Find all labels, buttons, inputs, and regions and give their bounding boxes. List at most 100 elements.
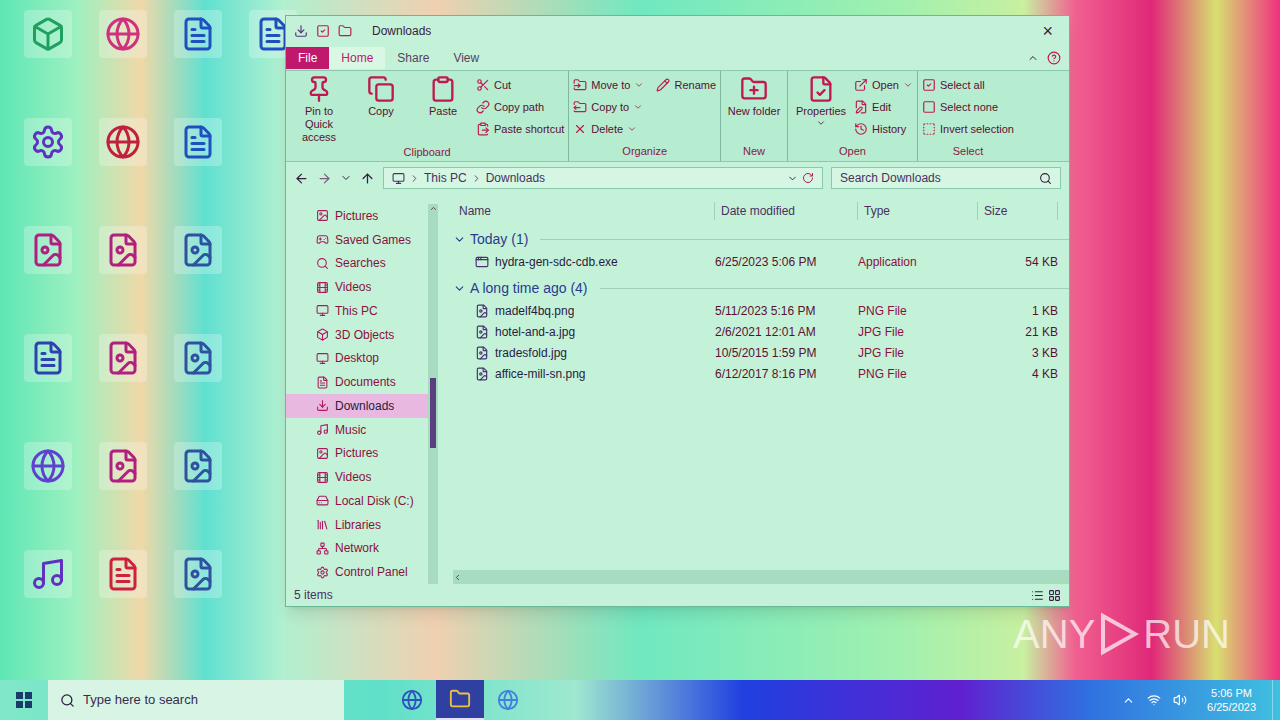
ribbon-large-button[interactable]: Pin to Quick access xyxy=(290,75,348,144)
desktop-shortcut[interactable] xyxy=(99,550,147,598)
back-icon[interactable] xyxy=(294,171,309,186)
nav-item[interactable]: Saved Games xyxy=(286,228,428,252)
ribbon-small-button[interactable]: Rename xyxy=(656,75,716,95)
ribbon-small-button[interactable]: Cut xyxy=(476,75,564,95)
file-row[interactable]: madelf4bq.png5/11/2023 5:16 PMPNG File1 … xyxy=(453,300,1069,321)
ribbon-large-button[interactable]: New folder xyxy=(725,75,783,118)
desktop-shortcut[interactable] xyxy=(24,226,72,274)
desktop-shortcut[interactable] xyxy=(99,10,147,58)
nav-item[interactable]: Videos xyxy=(286,275,428,299)
ribbon-large-button[interactable]: Properties xyxy=(792,75,850,128)
ribbon-large-button[interactable]: Copy xyxy=(352,75,410,118)
nav-item[interactable]: Music xyxy=(286,418,428,442)
desktop-shortcut[interactable] xyxy=(24,550,72,598)
up-icon[interactable] xyxy=(360,171,375,186)
nav-item[interactable]: 3D Objects xyxy=(286,323,428,347)
search-field[interactable]: Search Downloads xyxy=(831,167,1061,189)
nav-item[interactable]: This PC xyxy=(286,299,428,323)
column-heading[interactable]: Name xyxy=(453,202,715,220)
file-row[interactable]: affice-mill-sn.png6/12/2017 8:16 PMPNG F… xyxy=(453,363,1069,384)
taskbar-app[interactable] xyxy=(436,680,484,720)
forward-icon[interactable] xyxy=(317,171,332,186)
nav-item[interactable]: Videos xyxy=(286,465,428,489)
desktop-shortcut[interactable] xyxy=(99,334,147,382)
desktop-shortcut[interactable] xyxy=(99,226,147,274)
properties-icon[interactable] xyxy=(316,24,330,38)
nav-item[interactable]: Network xyxy=(286,537,428,561)
nav-item[interactable]: Libraries xyxy=(286,513,428,537)
tray-overflow-icon[interactable] xyxy=(1122,694,1135,707)
nav-item[interactable]: Pictures xyxy=(286,442,428,466)
volume-icon[interactable] xyxy=(1173,693,1187,707)
breadcrumb[interactable]: Downloads xyxy=(486,169,545,187)
desktop-shortcut[interactable] xyxy=(174,550,222,598)
ribbon-small-button[interactable]: Copy to xyxy=(573,97,644,117)
file-row[interactable]: hydra-gen-sdc-cdb.exe6/25/2023 5:06 PMAp… xyxy=(453,251,1069,272)
ribbon-small-button[interactable]: Select none xyxy=(922,97,1014,117)
file-row[interactable]: hotel-and-a.jpg2/6/2021 12:01 AMJPG File… xyxy=(453,321,1069,342)
horizontal-scrollbar[interactable] xyxy=(453,570,1069,584)
address-bar[interactable]: This PC Downloads xyxy=(383,167,823,189)
desktop-shortcut[interactable] xyxy=(24,10,72,58)
taskbar-app[interactable] xyxy=(388,680,436,720)
desktop-shortcut[interactable] xyxy=(174,118,222,166)
large-icons-view-icon[interactable] xyxy=(1048,589,1061,602)
ribbon-tab[interactable]: Share xyxy=(385,47,441,69)
nav-item[interactable]: Local Disk (C:) xyxy=(286,489,428,513)
address-dropdown-icon[interactable] xyxy=(787,173,798,184)
desktop-shortcut[interactable] xyxy=(174,334,222,382)
desktop-shortcut[interactable] xyxy=(24,334,72,382)
ribbon-tab[interactable]: File xyxy=(286,47,329,69)
group-header[interactable]: Today (1) xyxy=(453,223,1069,251)
group-header[interactable]: A long time ago (4) xyxy=(453,272,1069,300)
ribbon-small-button[interactable]: History xyxy=(854,119,913,139)
scroll-left-icon[interactable] xyxy=(453,573,462,582)
desktop-shortcut[interactable] xyxy=(174,442,222,490)
column-heading[interactable]: Type xyxy=(858,202,978,220)
column-heading[interactable]: Size xyxy=(978,202,1058,220)
desktop-shortcut[interactable] xyxy=(174,10,222,58)
network-icon[interactable] xyxy=(1147,693,1161,707)
show-desktop-button[interactable] xyxy=(1272,680,1280,720)
close-button[interactable]: × xyxy=(1034,22,1061,40)
nav-scrollbar[interactable] xyxy=(428,204,438,584)
desktop-shortcut[interactable] xyxy=(24,442,72,490)
ribbon-small-button[interactable]: Copy path xyxy=(476,97,564,117)
nav-item[interactable]: Downloads xyxy=(286,394,428,418)
desktop-shortcut[interactable] xyxy=(99,442,147,490)
column-heading[interactable]: Date modified xyxy=(715,202,858,220)
taskbar-search[interactable]: Type here to search xyxy=(48,680,344,720)
details-view-icon[interactable] xyxy=(1031,589,1044,602)
recent-icon[interactable] xyxy=(340,172,352,184)
ribbon-small-button[interactable]: Open xyxy=(854,75,913,95)
folder-icon[interactable] xyxy=(338,24,352,38)
desktop-shortcut[interactable] xyxy=(174,226,222,274)
desktop-shortcut[interactable] xyxy=(99,118,147,166)
collapse-ribbon-icon[interactable] xyxy=(1027,52,1039,64)
ribbon-tab[interactable]: Home xyxy=(329,47,385,69)
nav-item[interactable]: Desktop xyxy=(286,347,428,371)
ribbon-small-button[interactable]: Invert selection xyxy=(922,119,1014,139)
ribbon-small-button[interactable]: Delete xyxy=(573,119,644,139)
ribbon-small-button[interactable]: Edit xyxy=(854,97,913,117)
ribbon-small-button[interactable]: Paste shortcut xyxy=(476,119,564,139)
nav-item[interactable]: Searches xyxy=(286,252,428,276)
clock[interactable]: 5:06 PM6/25/2023 xyxy=(1199,686,1264,714)
breadcrumb[interactable]: This PC xyxy=(424,169,467,187)
explorer-window[interactable]: Downloads × FileHomeShareView Pin to Quick … xyxy=(285,15,1070,607)
help-icon[interactable] xyxy=(1047,51,1061,65)
start-button[interactable] xyxy=(0,680,48,720)
ribbon-small-button[interactable]: Move to xyxy=(573,75,644,95)
file-row[interactable]: tradesfold.jpg10/5/2015 1:59 PMJPG File3… xyxy=(453,342,1069,363)
taskbar-app[interactable] xyxy=(484,680,532,720)
nav-item[interactable]: Pictures xyxy=(286,204,428,228)
quick-access-icon[interactable] xyxy=(294,24,308,38)
nav-item[interactable]: Documents xyxy=(286,370,428,394)
desktop-shortcut[interactable] xyxy=(24,118,72,166)
nav-item[interactable]: Control Panel xyxy=(286,560,428,584)
ribbon-large-button[interactable]: Paste xyxy=(414,75,472,118)
scroll-up-icon[interactable] xyxy=(429,204,438,213)
ribbon-tab[interactable]: View xyxy=(441,47,491,69)
ribbon-small-button[interactable]: Select all xyxy=(922,75,1014,95)
refresh-icon[interactable] xyxy=(802,172,814,184)
